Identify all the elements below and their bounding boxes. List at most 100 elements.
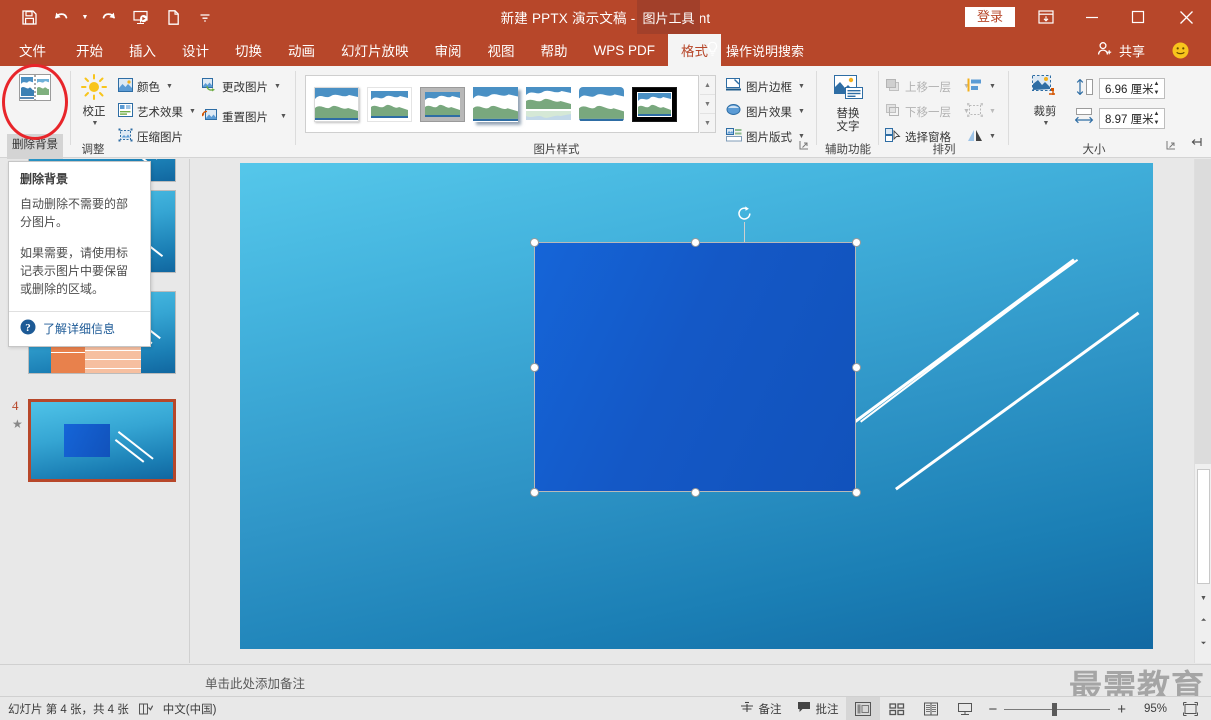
notes-pane[interactable]: 单击此处添加备注 (191, 664, 1211, 696)
gallery-more-icon[interactable]: ▼ (700, 114, 715, 132)
zoom-in-button[interactable]: + (1117, 701, 1126, 718)
reset-picture-dropdown-icon[interactable]: ▼ (280, 113, 287, 120)
picture-border-dropdown-icon[interactable]: ▼ (798, 83, 805, 90)
view-reading-button[interactable] (914, 697, 948, 720)
maximize-icon[interactable] (1115, 0, 1161, 34)
tab-help[interactable]: 帮助 (528, 34, 581, 66)
picture-border-button[interactable]: 图片边框 ▼ (726, 76, 805, 97)
save-icon[interactable] (14, 2, 44, 32)
rotate-handle[interactable] (736, 205, 753, 222)
gallery-scroll-down-icon[interactable]: ▼ (700, 95, 715, 114)
artistic-effects-button[interactable]: 艺术效果 ▼ (118, 101, 196, 122)
picture-style-option[interactable] (367, 86, 412, 122)
view-slide-sorter-button[interactable] (880, 697, 914, 720)
picture-style-option-selected[interactable] (632, 86, 677, 122)
corrections-button[interactable]: 校正 ▼ (74, 74, 114, 127)
share-button[interactable]: 共享 (1097, 34, 1145, 66)
size-dialog-launcher[interactable] (1166, 140, 1176, 152)
language-label[interactable]: 中文(中国) (163, 701, 217, 717)
sign-in-button[interactable]: 登录 (964, 7, 1015, 27)
resize-handle-nw[interactable] (530, 238, 539, 247)
tab-view[interactable]: 视图 (475, 34, 528, 66)
resize-handle-ne[interactable] (852, 238, 861, 247)
resize-handle-n[interactable] (691, 238, 700, 247)
change-picture-dropdown-icon[interactable]: ▼ (274, 83, 281, 90)
color-dropdown-icon[interactable]: ▼ (166, 83, 173, 90)
group-dropdown-icon[interactable]: ▼ (989, 108, 996, 115)
undo-dropdown-icon[interactable]: ▼ (78, 2, 92, 32)
picture-style-option[interactable] (314, 86, 359, 122)
slide-editing-stage[interactable] (191, 159, 1191, 663)
slide-thumbnail[interactable] (28, 399, 176, 482)
picture-effects-dropdown-icon[interactable]: ▼ (798, 108, 805, 115)
send-backward-button[interactable]: 下移一层 ▼ (885, 101, 970, 122)
tab-design[interactable]: 设计 (169, 34, 222, 66)
tooltip-learn-more-link[interactable]: ? 了解详细信息 (20, 312, 139, 346)
tab-slideshow[interactable]: 幻灯片放映 (328, 34, 422, 66)
picture-styles-gallery[interactable] (305, 75, 699, 133)
corrections-dropdown-icon[interactable]: ▼ (92, 120, 99, 127)
resize-handle-e[interactable] (852, 363, 861, 372)
rotate-dropdown-icon[interactable]: ▼ (989, 133, 996, 140)
picture-style-option[interactable] (473, 86, 518, 122)
zoom-slider-thumb[interactable] (1052, 702, 1058, 716)
color-button[interactable]: 颜色 ▼ (118, 76, 173, 97)
view-normal-button[interactable] (846, 697, 881, 720)
new-icon[interactable] (158, 2, 188, 32)
slide-vertical-scrollbar[interactable]: ▼ ⏶ ⏷ (1194, 159, 1211, 663)
comments-toggle-button[interactable]: 批注 (789, 697, 846, 720)
group-button[interactable]: ▼ (967, 101, 996, 122)
gallery-scroll-buttons[interactable]: ▲ ▼ ▼ (700, 75, 716, 133)
current-slide-canvas[interactable] (240, 163, 1153, 649)
zoom-control[interactable]: − + 95% (982, 701, 1173, 718)
change-picture-button[interactable]: 更改图片 ▼ (202, 76, 281, 97)
minimize-icon[interactable] (1069, 0, 1115, 34)
picture-effects-button[interactable]: 图片效果 ▼ (726, 101, 805, 122)
picture-style-option[interactable] (526, 86, 571, 122)
shape-height-stepper[interactable]: ▲ ▼ (1151, 80, 1162, 97)
resize-handle-sw[interactable] (530, 488, 539, 497)
collapse-ribbon-icon[interactable] (1191, 135, 1205, 153)
bring-forward-button[interactable]: 上移一层 ▼ (885, 76, 970, 97)
fit-slide-to-window-button[interactable] (1173, 697, 1207, 720)
align-dropdown-icon[interactable]: ▼ (989, 83, 996, 90)
picture-style-option[interactable] (420, 86, 465, 122)
tab-animations[interactable]: 动画 (275, 34, 328, 66)
feedback-smiley-icon[interactable] (1172, 42, 1189, 59)
artistic-effects-dropdown-icon[interactable]: ▼ (189, 108, 196, 115)
zoom-out-button[interactable]: − (988, 701, 997, 718)
crop-dropdown-icon[interactable]: ▼ (1043, 120, 1050, 127)
undo-icon[interactable] (46, 2, 76, 32)
view-slideshow-button[interactable] (948, 697, 982, 720)
scrollbar-track[interactable] (1195, 159, 1211, 464)
zoom-slider[interactable] (1004, 702, 1111, 716)
redo-icon[interactable] (94, 2, 124, 32)
accessibility-checker-icon[interactable] (138, 703, 153, 716)
picture-style-option[interactable] (579, 86, 624, 122)
crop-button[interactable]: 裁剪 ▼ (1021, 74, 1069, 127)
ribbon-display-options-icon[interactable] (1023, 0, 1069, 34)
picture-layout-dropdown-icon[interactable]: ▼ (798, 133, 805, 140)
zoom-percentage[interactable]: 95% (1133, 703, 1167, 715)
tab-insert[interactable]: 插入 (116, 34, 169, 66)
slide-thumbnail-item-selected[interactable]: 4 ★ (12, 398, 176, 482)
previous-slide-icon[interactable]: ⏶ (1197, 614, 1210, 628)
notes-toggle-button[interactable]: 备注 (732, 697, 789, 720)
shape-width-field[interactable]: 8.97 厘米 ▲ ▼ (1099, 108, 1165, 129)
tab-transitions[interactable]: 切换 (222, 34, 275, 66)
resize-handle-w[interactable] (530, 363, 539, 372)
align-button[interactable]: ▼ (967, 76, 996, 97)
tab-home[interactable]: 开始 (63, 34, 116, 66)
reset-picture-button[interactable]: 重置图片 ▼ (202, 106, 287, 127)
close-icon[interactable] (1161, 0, 1211, 34)
alt-text-button[interactable]: 替换 文字 (825, 74, 871, 134)
scroll-down-icon[interactable]: ▼ (1197, 591, 1210, 605)
customize-qat-icon[interactable] (190, 2, 220, 32)
gallery-scroll-up-icon[interactable]: ▲ (700, 76, 715, 95)
start-slideshow-icon[interactable] (126, 2, 156, 32)
next-slide-icon[interactable]: ⏷ (1197, 637, 1210, 651)
tab-wps-pdf[interactable]: WPS PDF (581, 34, 669, 66)
resize-handle-s[interactable] (691, 488, 700, 497)
tab-file[interactable]: 文件 (0, 34, 63, 66)
shape-width-stepper[interactable]: ▲ ▼ (1151, 110, 1162, 127)
